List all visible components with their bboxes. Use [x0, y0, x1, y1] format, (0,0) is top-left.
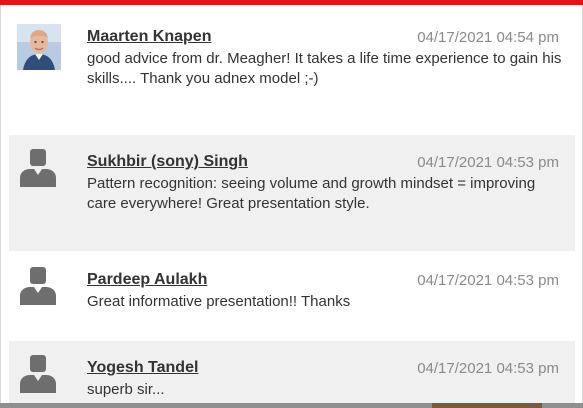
comment-author[interactable]: Sukhbir (sony) Singh: [87, 152, 248, 172]
comment-author[interactable]: Yogesh Tandel: [87, 358, 198, 378]
default-user-icon: [20, 267, 56, 305]
comment-timestamp: 04/17/2021 04:53 pm: [417, 360, 559, 377]
default-user-avatar[interactable]: [17, 263, 59, 305]
user-photo-avatar[interactable]: [17, 24, 61, 70]
default-user-icon: [20, 355, 56, 393]
comment-text: Pattern recognition: seeing volume and g…: [87, 175, 536, 212]
comment-author[interactable]: Maarten Knapen: [87, 27, 211, 47]
bottom-edge-image-fragment: [432, 403, 542, 408]
user-photo-icon: [17, 24, 61, 70]
comment-author[interactable]: Pardeep Aulakh: [87, 270, 207, 290]
default-user-icon: [20, 149, 56, 187]
comment-feed: Maarten Knapen 04/17/2021 04:54 pm good …: [0, 5, 583, 403]
default-user-avatar[interactable]: [17, 145, 59, 187]
comment-item: Maarten Knapen 04/17/2021 04:54 pm good …: [9, 10, 575, 131]
comment-item: Sukhbir (sony) Singh 04/17/2021 04:53 pm…: [9, 135, 575, 251]
default-user-avatar[interactable]: [17, 351, 59, 393]
comment-timestamp: 04/17/2021 04:53 pm: [417, 272, 559, 289]
comment-timestamp: 04/17/2021 04:54 pm: [417, 29, 559, 46]
comment-text: good advice from dr. Meagher! It takes a…: [87, 50, 562, 87]
comment-item: Pardeep Aulakh 04/17/2021 04:53 pm Great…: [9, 253, 575, 337]
comment-item: Yogesh Tandel 04/17/2021 04:53 pm superb…: [9, 341, 575, 403]
bottom-edge-strip: [0, 403, 583, 408]
comment-timestamp: 04/17/2021 04:53 pm: [417, 154, 559, 171]
comment-text: Great informative presentation!! Thanks: [87, 293, 351, 310]
comment-text: superb sir...: [87, 381, 165, 398]
